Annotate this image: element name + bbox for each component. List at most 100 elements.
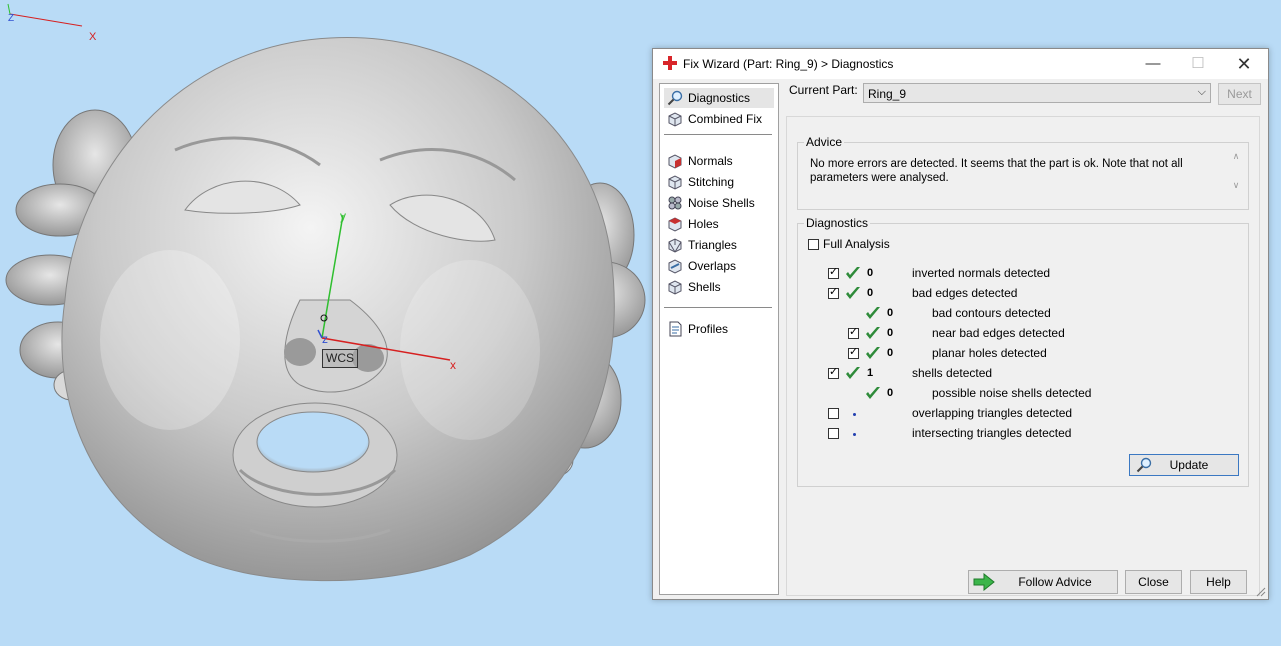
maximize-button[interactable]: ☐ [1175, 49, 1221, 79]
chevron-down-icon: ⌵ [1197, 86, 1206, 98]
nav-item-combined-fix[interactable]: Combined Fix [664, 109, 774, 129]
wizard-nav: Diagnostics Combined Fix Normals Stitchi… [659, 83, 779, 595]
full-analysis-checkbox[interactable] [808, 239, 819, 250]
checkmark-icon: ✓ [849, 326, 859, 338]
nav-item-overlaps[interactable]: Overlaps [664, 256, 774, 276]
nav-item-noise-shells[interactable]: Noise Shells [664, 193, 774, 213]
dialog-titlebar[interactable]: Fix Wizard (Part: Ring_9) > Diagnostics … [653, 49, 1268, 79]
close-button[interactable]: Close [1125, 570, 1182, 594]
update-button[interactable]: Update [1129, 454, 1239, 476]
green-check-icon [846, 367, 860, 379]
green-check-icon [866, 347, 880, 359]
nav-item-diagnostics[interactable]: Diagnostics [664, 88, 774, 108]
diagnostic-count: 0 [867, 287, 874, 299]
nav-label: Shells [688, 280, 721, 294]
diagnostic-label: overlapping triangles detected [912, 406, 1073, 420]
overlaps-icon [668, 259, 682, 274]
diagnostic-checkbox[interactable]: ✓ [848, 346, 859, 359]
nav-label: Diagnostics [688, 91, 751, 105]
shells-icon [668, 280, 682, 295]
x-axis-label: x [450, 358, 456, 372]
nav-label: Combined Fix [688, 112, 763, 126]
diagnostic-checkbox[interactable]: ✓ [828, 366, 839, 379]
diagnostic-checkbox[interactable]: ✓ [828, 286, 839, 299]
diagnostic-label: bad contours detected [932, 306, 1051, 320]
diagnostic-checkbox[interactable]: ✓ [848, 326, 859, 339]
advice-group: Advice No more errors are detected. It s… [797, 135, 1249, 210]
diagnostic-label: shells detected [912, 366, 993, 380]
green-arrow-icon [973, 573, 995, 591]
advice-scrollbar[interactable]: ∧ ∨ [1230, 151, 1242, 197]
diagnostics-title: Diagnostics [804, 216, 871, 230]
document-icon [669, 321, 682, 337]
scroll-up-icon[interactable]: ∧ [1230, 151, 1242, 162]
dialog-title: Fix Wizard (Part: Ring_9) > Diagnostics [683, 57, 894, 71]
diagnostic-count: 0 [867, 267, 874, 279]
magnifier-icon [667, 90, 683, 106]
nav-label: Triangles [688, 238, 737, 252]
z-axis-label: z [322, 332, 328, 346]
noise-shells-icon [668, 196, 682, 210]
nav-item-stitching[interactable]: Stitching [664, 172, 774, 192]
nav-label: Normals [688, 154, 733, 168]
scroll-down-icon[interactable]: ∨ [1230, 180, 1242, 191]
corner-z-label: Z [8, 13, 14, 24]
diagnostic-count: 0 [887, 347, 894, 359]
green-check-icon [866, 327, 880, 339]
current-part-value: Ring_9 [868, 87, 907, 101]
advice-text: No more errors are detected. It seems th… [810, 158, 1183, 184]
nav-divider [664, 307, 772, 308]
triangles-icon [668, 238, 682, 253]
diagnostic-label: possible noise shells detected [932, 386, 1092, 400]
current-part-label: Current Part: [789, 83, 858, 97]
nav-divider [664, 134, 772, 135]
green-check-icon [866, 307, 880, 319]
help-button[interactable]: Help [1190, 570, 1247, 594]
diagnostic-count: 1 [867, 367, 874, 379]
checkmark-icon: ✓ [829, 366, 839, 378]
follow-advice-label: Follow Advice [1018, 575, 1092, 589]
nav-item-triangles[interactable]: Triangles [664, 235, 774, 255]
checkmark-icon: ✓ [849, 346, 859, 358]
diagnostic-label: bad edges detected [912, 286, 1018, 300]
current-part-select[interactable]: Ring_9 ⌵ [863, 83, 1211, 103]
diagnostic-label: near bad edges detected [932, 326, 1065, 340]
corner-axis-indicator: Z X [7, 3, 97, 43]
nav-item-normals[interactable]: Normals [664, 151, 774, 171]
red-cross-icon [663, 56, 677, 70]
nav-label: Stitching [688, 175, 735, 189]
diagnostic-count: 0 [887, 327, 894, 339]
wcs-label: WCS [322, 349, 358, 368]
advice-title: Advice [804, 135, 845, 149]
follow-advice-button[interactable]: Follow Advice [968, 570, 1118, 594]
green-check-icon [846, 287, 860, 299]
full-analysis-label: Full Analysis [823, 237, 890, 251]
checkmark-icon: ✓ [829, 266, 839, 278]
next-button[interactable]: Next [1218, 83, 1261, 105]
green-check-icon [846, 267, 860, 279]
resize-grip-icon[interactable] [1256, 587, 1266, 597]
stitching-icon [668, 175, 682, 190]
diagnostic-label: planar holes detected [932, 346, 1047, 360]
nav-label: Holes [688, 217, 719, 231]
pending-dot-icon [853, 433, 856, 436]
normals-cube-icon [668, 154, 682, 169]
nav-item-shells[interactable]: Shells [664, 277, 774, 297]
nav-label: Overlaps [688, 259, 737, 273]
diagnostic-checkbox[interactable] [828, 428, 839, 439]
diagnostic-checkbox[interactable] [828, 408, 839, 419]
diagnostic-count: 0 [887, 387, 894, 399]
update-label: Update [1169, 458, 1209, 472]
nav-label: Noise Shells [688, 196, 755, 210]
nav-item-holes[interactable]: Holes [664, 214, 774, 234]
pending-dot-icon [853, 413, 856, 416]
y-axis-label: y [340, 209, 346, 223]
diagnostic-label: intersecting triangles detected [912, 426, 1072, 440]
nav-item-profiles[interactable]: Profiles [664, 319, 774, 339]
corner-x-label: X [89, 31, 97, 43]
minimize-button[interactable]: — [1130, 49, 1176, 79]
close-window-button[interactable]: ✕ [1221, 49, 1267, 79]
cube-icon [668, 112, 682, 127]
diagnostic-checkbox[interactable]: ✓ [828, 266, 839, 279]
fix-wizard-dialog: Fix Wizard (Part: Ring_9) > Diagnostics … [652, 48, 1269, 600]
